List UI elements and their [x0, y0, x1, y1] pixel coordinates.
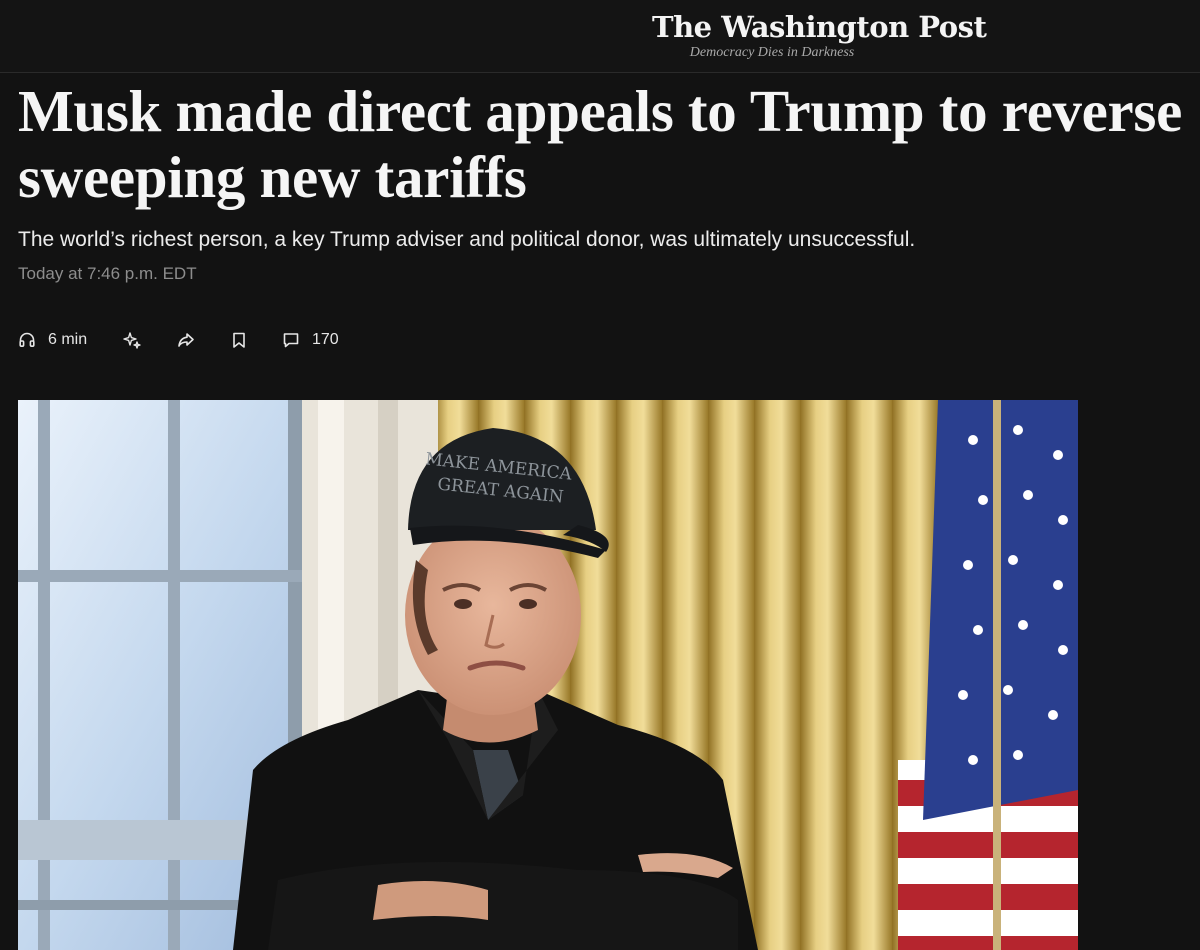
article-toolbar: 6 min 170	[18, 326, 339, 354]
share-icon	[178, 333, 194, 347]
article-lead-photo[interactable]: MAKE AMERICA GREAT AGAIN	[18, 400, 1078, 950]
article-headline: Musk made direct appeals to Trump to rev…	[18, 78, 1182, 210]
logo-tagline: Democracy Dies in Darkness	[689, 45, 855, 60]
article-timestamp: Today at 7:46 p.m. EDT	[18, 264, 197, 283]
washington-post-logo[interactable]: The Washington Post Democracy Dies in Da…	[652, 10, 987, 61]
save-button[interactable]	[230, 331, 282, 349]
headphones-icon	[19, 332, 35, 347]
ai-summary-button[interactable]	[122, 330, 176, 350]
share-button[interactable]	[176, 330, 230, 350]
masthead: The Washington Post Democracy Dies in Da…	[0, 0, 1200, 73]
bookmark-icon	[233, 332, 245, 348]
listen-duration: 6 min	[48, 331, 88, 348]
article-subheadline: The world’s richest person, a key Trump …	[18, 228, 916, 251]
comments-count: 170	[312, 331, 339, 348]
sparkle-icon	[123, 332, 141, 349]
logo-name[interactable]: The Washington Post	[652, 10, 987, 44]
comment-icon	[283, 333, 299, 348]
lead-photo-illustration: MAKE AMERICA GREAT AGAIN	[18, 400, 1078, 950]
listen-button[interactable]: 6 min	[18, 331, 122, 349]
comments-button[interactable]: 170	[282, 331, 339, 349]
